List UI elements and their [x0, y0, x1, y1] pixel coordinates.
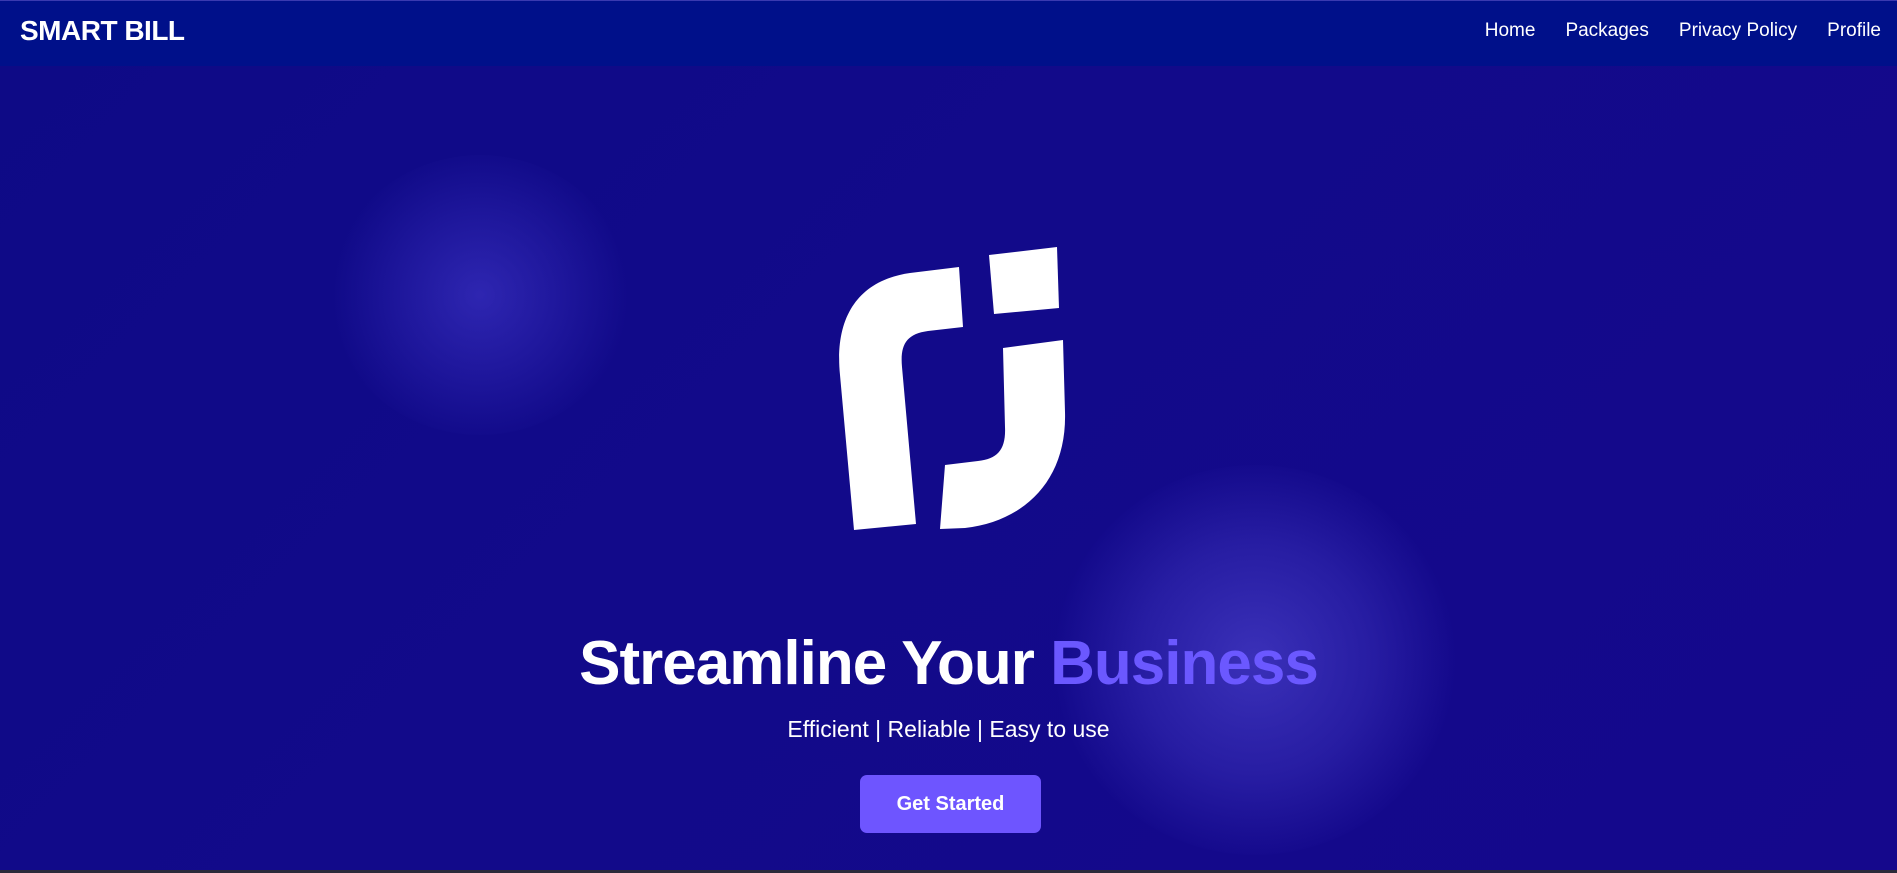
landing-page: SMART BILL Home Packages Privacy Policy … — [0, 0, 1897, 873]
nav-links: Home Packages Privacy Policy Profile — [1485, 20, 1881, 42]
hero-title-main: Streamline Your — [579, 629, 1051, 698]
nav-link-profile[interactable]: Profile — [1827, 20, 1881, 42]
background-glow-left — [330, 155, 630, 435]
nav-link-home[interactable]: Home — [1485, 20, 1536, 42]
hero-title-accent: Business — [1050, 629, 1319, 698]
top-navbar: SMART BILL Home Packages Privacy Policy … — [0, 1, 1897, 66]
brand-logo-text[interactable]: SMART BILL — [20, 15, 185, 47]
nav-link-privacy-policy[interactable]: Privacy Policy — [1679, 20, 1797, 42]
nav-link-packages[interactable]: Packages — [1565, 20, 1648, 42]
hero-title: Streamline Your Business — [0, 628, 1897, 699]
hero-subtitle: Efficient | Reliable | Easy to use — [787, 716, 1110, 742]
smart-bill-logo-icon — [839, 247, 1066, 530]
get-started-button[interactable]: Get Started — [860, 775, 1041, 833]
